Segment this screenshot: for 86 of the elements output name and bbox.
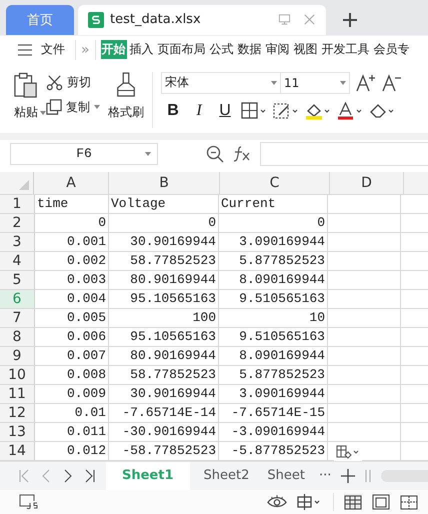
table-cell: 0.01 — [35, 404, 109, 422]
table-cell: -3.090169944 — [219, 422, 328, 441]
ribbon-tab[interactable]: 页面布局 — [156, 40, 207, 60]
table-cell: 0.009 — [35, 384, 109, 403]
italic-button[interactable]: I — [189, 102, 209, 120]
ribbon-tab[interactable]: 数据 — [236, 40, 263, 60]
row-header[interactable]: 1 — [0, 194, 35, 213]
table-cell: Voltage — [109, 194, 219, 213]
ribbon-tab[interactable]: 开发工具 — [320, 40, 371, 60]
table-cell: 5.877852523 — [219, 366, 328, 384]
table-cell: 0.002 — [35, 252, 109, 270]
cut-button[interactable]: 剪切 — [46, 74, 100, 91]
table-cell: 3.090169944 — [219, 384, 328, 403]
column-header[interactable]: C — [220, 172, 330, 194]
table-cell: 5.877852523 — [219, 252, 328, 270]
cell-reference: F6 — [76, 146, 92, 162]
column-header[interactable]: D — [330, 172, 404, 194]
paste-button[interactable]: 粘贴 — [14, 72, 38, 121]
sheet-tab[interactable]: Sheet — [263, 462, 309, 490]
table-cell: 0.012 — [35, 442, 109, 460]
table-cell: -7.65714E-15 — [219, 404, 328, 422]
row-header[interactable]: 14 — [0, 442, 35, 460]
table-cell: -30.90169944 — [109, 422, 219, 441]
column-header[interactable]: A — [34, 172, 109, 194]
table-cell: time — [35, 194, 109, 213]
table-cell: 0.005 — [35, 308, 109, 327]
table-cell: 30.90169944 — [109, 232, 219, 251]
row-header[interactable]: 12 — [0, 404, 35, 422]
table-cell: 0 — [219, 214, 328, 232]
table-cell: 58.77852523 — [109, 366, 219, 384]
table-cell: -5.877852523 — [219, 442, 328, 460]
ribbon-tab[interactable]: 会员专 — [372, 40, 411, 60]
table-cell: 8.090169944 — [219, 346, 328, 365]
font-dropdown[interactable]: 宋体 — [161, 72, 281, 94]
ribbon-tab[interactable]: 视图 — [292, 40, 319, 60]
more-sheets-button[interactable]: ··· — [318, 468, 332, 484]
column-header[interactable]: B — [109, 172, 220, 194]
table-cell: 0.003 — [35, 270, 109, 289]
row-header[interactable]: 11 — [0, 384, 35, 403]
table-cell: 0.007 — [35, 346, 109, 365]
ribbon-tab[interactable]: 公式 — [208, 40, 235, 60]
table-cell: 80.90169944 — [109, 270, 219, 289]
row-header[interactable]: 3 — [0, 232, 35, 251]
table-cell: 100 — [109, 308, 219, 327]
row-header[interactable]: 8 — [0, 328, 35, 346]
table-cell: -58.77852523 — [109, 442, 219, 460]
underline-button[interactable]: U — [215, 102, 235, 120]
table-cell: 0 — [109, 214, 219, 232]
table-cell: 58.77852523 — [109, 252, 219, 270]
font-size-dropdown[interactable]: 11 — [280, 72, 350, 94]
paste-label: 粘贴 — [14, 104, 38, 121]
sheet-tab[interactable]: Sheet2 — [200, 462, 254, 490]
table-cell: 9.510565163 — [219, 328, 328, 346]
row-header[interactable]: 13 — [0, 422, 35, 441]
row-header[interactable]: 9 — [0, 346, 35, 365]
row-header[interactable]: 2 — [0, 214, 35, 232]
table-cell: -7.65714E-14 — [109, 404, 219, 422]
row-header[interactable]: 5 — [0, 270, 35, 289]
copy-label: 复制 — [66, 98, 90, 116]
row-header[interactable]: 7 — [0, 308, 35, 327]
row-header[interactable]: 10 — [0, 366, 35, 384]
table-cell: 8.090169944 — [219, 270, 328, 289]
name-box[interactable]: F6 — [10, 142, 158, 165]
table-cell: 95.10565163 — [109, 290, 219, 308]
table-cell: 0.011 — [35, 422, 109, 441]
bold-button[interactable]: B — [163, 102, 183, 120]
table-cell: 0.008 — [35, 366, 109, 384]
font-size: 11 — [284, 76, 300, 90]
table-cell: 3.090169944 — [219, 232, 328, 251]
table-cell: Current — [219, 194, 328, 213]
table-cell: 80.90169944 — [109, 346, 219, 365]
ribbon-tab[interactable]: 审阅 — [264, 40, 291, 60]
file-menu[interactable]: 文件 — [40, 40, 66, 60]
table-cell: 30.90169944 — [109, 384, 219, 403]
table-cell: 0.001 — [35, 232, 109, 251]
table-cell: 10 — [219, 308, 328, 327]
table-cell: 0 — [35, 214, 109, 232]
ribbon-tab[interactable]: 插入 — [128, 40, 155, 60]
table-cell: 9.510565163 — [219, 290, 328, 308]
copy-button[interactable]: 复制 — [46, 98, 100, 116]
font-name: 宋体 — [165, 74, 189, 92]
format-painter-button[interactable]: 格式刷 — [108, 72, 144, 121]
row-header[interactable]: 4 — [0, 252, 35, 270]
table-cell: 0.006 — [35, 328, 109, 346]
table-cell: 95.10565163 — [109, 328, 219, 346]
table-cell: 0.004 — [35, 290, 109, 308]
